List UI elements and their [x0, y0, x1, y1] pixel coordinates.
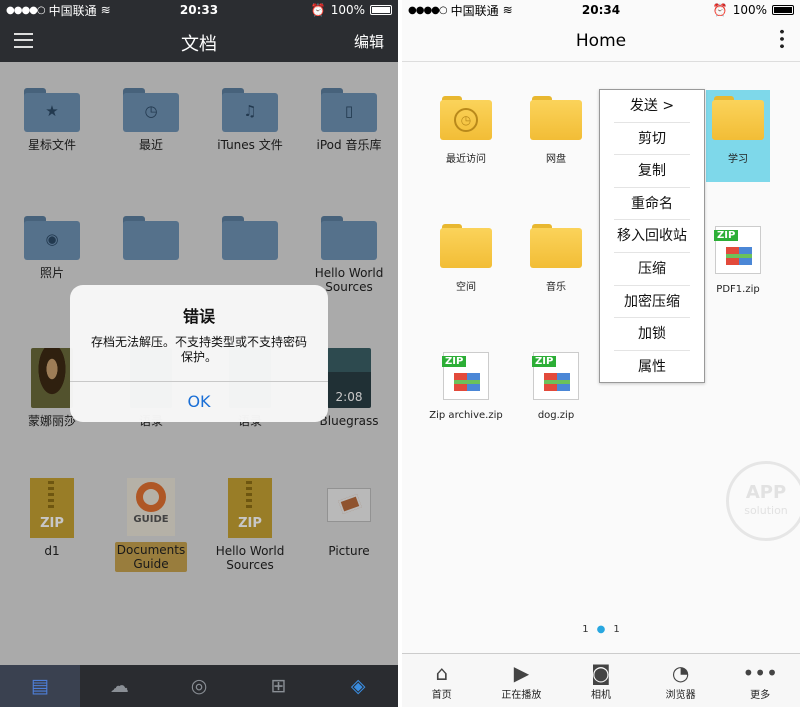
menu-item-trash[interactable]: 移入回收站 [614, 220, 690, 253]
menu-item-properties[interactable]: 属性 [614, 351, 690, 384]
page-number: 1 [613, 624, 620, 635]
more-icon: ••• [742, 661, 778, 685]
item-label: Zip archive.zip [429, 410, 503, 421]
ok-button[interactable]: OK [70, 381, 328, 422]
alert-message: 存档无法解压。不支持类型或不支持密码保护。 [90, 335, 307, 364]
more-vertical-icon[interactable] [780, 28, 784, 50]
tab-camera[interactable]: ◙ 相机 [561, 654, 641, 707]
tab-cloud[interactable]: ☁ [80, 665, 160, 707]
item-label: PDF1.zip [716, 284, 760, 295]
battery-icon [772, 5, 794, 15]
menu-item-send[interactable]: 发送 > [614, 90, 690, 123]
signal-icon: ●●●●○ [6, 4, 46, 16]
page-number: 1 [582, 624, 589, 635]
menu-item-copy[interactable]: 复制 [614, 155, 690, 188]
grid-item-netdisk[interactable]: 网盘 [516, 96, 596, 165]
status-bar: ●●●●○ 中国联通 ≋ 20:33 ⏰ 100% [0, 0, 398, 20]
battery-icon [370, 5, 392, 15]
clock-folder-icon: ◷ [440, 96, 492, 140]
grid-item-dog-zip[interactable]: ZIP dog.zip [516, 352, 596, 421]
grid-item-pdf1-zip[interactable]: ZIP PDF1.zip [698, 226, 778, 295]
play-icon: ▶ [513, 661, 530, 685]
left-screen: ●●●●○ 中国联通 ≋ 20:33 ⏰ 100% 文档 编辑 ★ 星标文件 ◷… [0, 0, 398, 707]
edit-button[interactable]: 编辑 [354, 31, 384, 52]
item-label: 音乐 [546, 282, 566, 293]
page-title: Home [575, 31, 627, 51]
tab-more[interactable]: ••• 更多 [720, 654, 800, 707]
alert-title: 错误 [182, 307, 215, 326]
folder-icon [712, 96, 764, 140]
zip-icon: ZIP [714, 226, 761, 274]
grid-item-zip-archive[interactable]: ZIP Zip archive.zip [426, 352, 506, 421]
screenshot-root: ●●●●○ 中国联通 ≋ 20:33 ⏰ 100% 文档 编辑 ★ 星标文件 ◷… [0, 0, 800, 707]
status-bar: ●●●●○ 中国联通 ≋ 20:34 ⏰ 100% [402, 0, 800, 20]
context-menu: 发送 > 剪切 复制 重命名 移入回收站 压缩 加密压缩 加锁 属性 [599, 89, 705, 383]
compass-icon: ◔ [671, 661, 690, 685]
grid-item-space[interactable]: 空间 [426, 224, 506, 293]
nav-bar: 文档 编辑 [0, 20, 398, 62]
watermark-logo: APP solution [726, 461, 800, 541]
folder-icon [530, 224, 582, 268]
menu-item-cut[interactable]: 剪切 [614, 123, 690, 156]
item-label: 学习 [728, 154, 748, 165]
tab-label: 更多 [750, 690, 771, 701]
cart-icon: ⊞ [270, 675, 287, 697]
page-title: 文档 [181, 34, 217, 55]
tab-bar: ⌂ 首页 ▶ 正在播放 ◙ 相机 ◔ 浏览器 ••• 更多 [402, 653, 800, 707]
tab-browser[interactable]: ◔ 浏览器 [641, 654, 721, 707]
menu-item-compress[interactable]: 压缩 [614, 253, 690, 286]
grid-item-study[interactable]: 学习 [698, 96, 778, 165]
document-icon: ▤ [30, 675, 49, 697]
page-indicator[interactable]: 1 ● 1 [402, 624, 800, 635]
grid-item-music[interactable]: 音乐 [516, 224, 596, 293]
tab-label: 浏览器 [665, 690, 696, 701]
item-label: 最近访问 [446, 154, 486, 165]
alarm-icon: ⏰ [712, 3, 728, 17]
right-screen: ●●●●○ 中国联通 ≋ 20:34 ⏰ 100% Home ◷ 最近访问 网盘… [402, 0, 800, 707]
tab-bar: ▤ ☁ ◎ ⊞ ◈ [0, 665, 398, 707]
tab-store[interactable]: ⊞ [239, 665, 319, 707]
page-dot: ● [596, 624, 606, 635]
menu-item-rename[interactable]: 重命名 [614, 188, 690, 221]
carrier-label: 中国联通 [450, 3, 499, 18]
battery-label: 100% [732, 3, 767, 17]
grid-item-recent[interactable]: ◷ 最近访问 [426, 96, 506, 165]
cloud-icon: ☁ [109, 675, 129, 697]
item-label: 空间 [456, 282, 476, 293]
battery-label: 100% [330, 3, 365, 17]
tab-documents[interactable]: ▤ [0, 665, 80, 707]
wifi-icon: ◎ [190, 675, 208, 697]
item-label: dog.zip [537, 410, 575, 421]
folder-icon [530, 96, 582, 140]
folder-icon [440, 224, 492, 268]
tab-browser[interactable]: ◈ [318, 665, 398, 707]
menu-item-encrypt-compress[interactable]: 加密压缩 [614, 286, 690, 319]
tab-label: 正在播放 [501, 690, 542, 701]
zip-icon: ZIP [442, 352, 489, 400]
tab-label: 首页 [431, 690, 452, 701]
tab-label: 相机 [590, 690, 611, 701]
error-alert: 错误 存档无法解压。不支持类型或不支持密码保护。 OK [70, 285, 328, 422]
carrier-label: 中国联通 [48, 3, 97, 18]
tab-wifi[interactable]: ◎ [159, 665, 239, 707]
compass-icon: ◈ [350, 675, 366, 697]
tab-home[interactable]: ⌂ 首页 [402, 654, 482, 707]
wifi-icon: ≋ [100, 3, 111, 17]
camera-icon: ◙ [591, 661, 611, 685]
home-icon: ⌂ [435, 661, 449, 685]
wifi-icon: ≋ [502, 3, 513, 17]
nav-bar: Home [402, 20, 800, 62]
item-label: 网盘 [546, 154, 566, 165]
alarm-icon: ⏰ [310, 3, 326, 17]
zip-icon: ZIP [532, 352, 579, 400]
menu-item-lock[interactable]: 加锁 [614, 318, 690, 351]
tab-now-playing[interactable]: ▶ 正在播放 [482, 654, 562, 707]
signal-icon: ●●●●○ [408, 4, 448, 16]
